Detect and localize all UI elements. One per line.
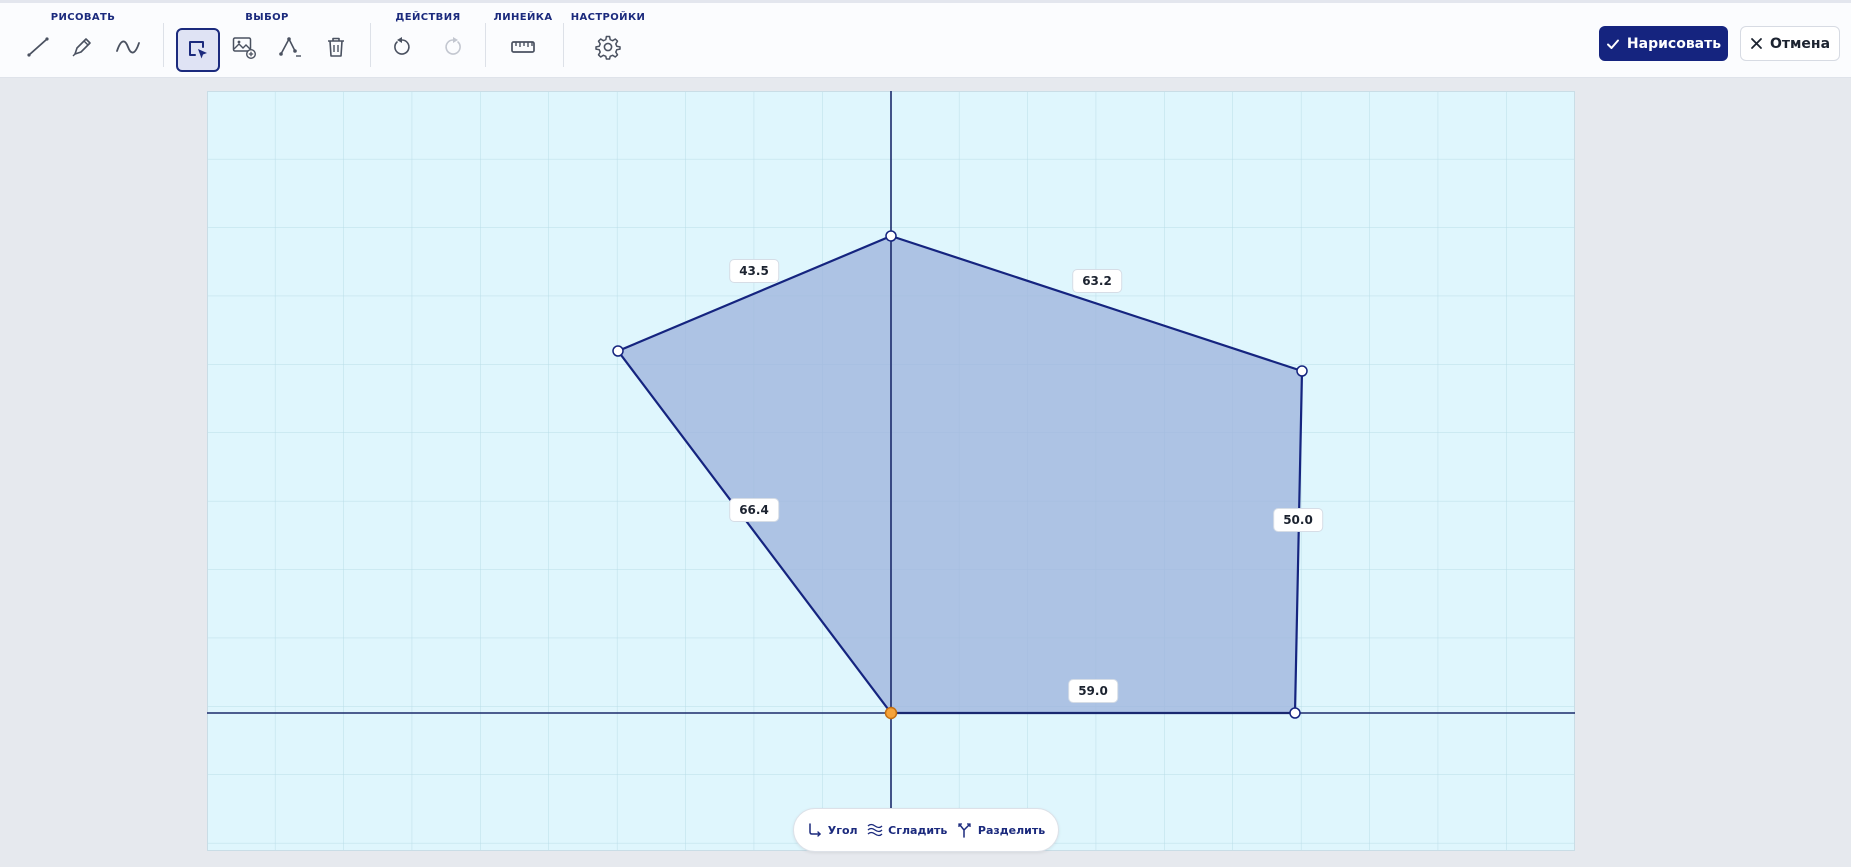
actions-group-label: ДЕЙСТВИЯ xyxy=(395,12,461,23)
check-icon xyxy=(1606,39,1619,49)
vertex-handle[interactable] xyxy=(1289,707,1301,719)
vertex-handle[interactable] xyxy=(885,230,897,242)
draw-group-label: РИСОВАТЬ xyxy=(50,12,116,23)
ruler-group-label: ЛИНЕЙКА xyxy=(493,12,553,23)
smooth-icon xyxy=(867,823,883,837)
edge-length-label: 43.5 xyxy=(729,259,779,283)
canvas-svg[interactable] xyxy=(207,91,1575,851)
delete-tool-button[interactable] xyxy=(316,27,356,67)
redo-button[interactable] xyxy=(433,27,473,67)
toolbar-divider xyxy=(485,23,486,67)
image-add-icon xyxy=(232,37,257,60)
vertex-handle[interactable] xyxy=(1296,365,1308,377)
edge-length-label: 59.0 xyxy=(1068,679,1118,703)
vertex-edit-icon xyxy=(279,37,301,57)
toolbar-divider xyxy=(370,23,371,67)
toolbar-divider xyxy=(163,23,164,67)
select-area-tool-button[interactable] xyxy=(176,28,220,72)
ruler-button[interactable] xyxy=(503,27,543,67)
vertex-edit-tool-button[interactable] xyxy=(270,27,310,67)
close-icon xyxy=(1751,38,1762,49)
curve-icon xyxy=(116,40,140,54)
gear-icon xyxy=(595,35,621,60)
cancel-button[interactable]: Отмена xyxy=(1740,26,1840,61)
undo-icon xyxy=(394,37,410,55)
vertex-handle[interactable] xyxy=(612,345,624,357)
drawing-canvas[interactable]: 43.5 63.2 50.0 59.0 66.4 xyxy=(207,91,1575,851)
edge-length-label: 63.2 xyxy=(1072,269,1122,293)
pen-icon xyxy=(72,38,91,57)
select-area-icon xyxy=(189,41,207,59)
line-tool-button[interactable] xyxy=(18,27,58,67)
origin-vertex-handle[interactable] xyxy=(884,706,898,720)
ruler-icon xyxy=(511,41,535,53)
corner-icon xyxy=(809,823,821,837)
split-button[interactable]: Разделить xyxy=(957,822,1045,838)
corner-button[interactable]: Угол xyxy=(807,822,858,838)
smooth-button[interactable]: Сгладить xyxy=(867,822,947,838)
pen-tool-button[interactable] xyxy=(62,27,102,67)
undo-button[interactable] xyxy=(382,27,422,67)
settings-button[interactable] xyxy=(588,27,628,67)
edge-length-label: 66.4 xyxy=(729,498,779,522)
smooth-label: Сгладить xyxy=(888,823,948,837)
split-label: Разделить xyxy=(977,823,1046,837)
edge-length-label: 50.0 xyxy=(1273,508,1323,532)
redo-icon xyxy=(445,37,461,55)
corner-label: Угол xyxy=(827,823,858,837)
line-icon xyxy=(27,37,49,57)
cancel-label: Отмена xyxy=(1769,35,1831,52)
curve-tool-button[interactable] xyxy=(108,27,148,67)
edge-action-bar: Угол Сгладить Разделить xyxy=(793,808,1059,852)
select-group-label: ВЫБОР xyxy=(245,12,289,23)
toolbar-divider xyxy=(563,23,564,67)
image-add-tool-button[interactable] xyxy=(224,27,264,67)
settings-group-label: НАСТРОЙКИ xyxy=(570,12,646,23)
toolbar: РИСОВАТЬ ВЫБОР ДЕЙСТВИЯ ЛИНЕЙКА НАСТРОЙК… xyxy=(0,0,1851,78)
trash-icon xyxy=(328,37,344,57)
draw-confirm-label: Нарисовать xyxy=(1626,35,1722,52)
draw-confirm-button[interactable]: Нарисовать xyxy=(1599,26,1728,61)
split-icon xyxy=(958,823,971,838)
